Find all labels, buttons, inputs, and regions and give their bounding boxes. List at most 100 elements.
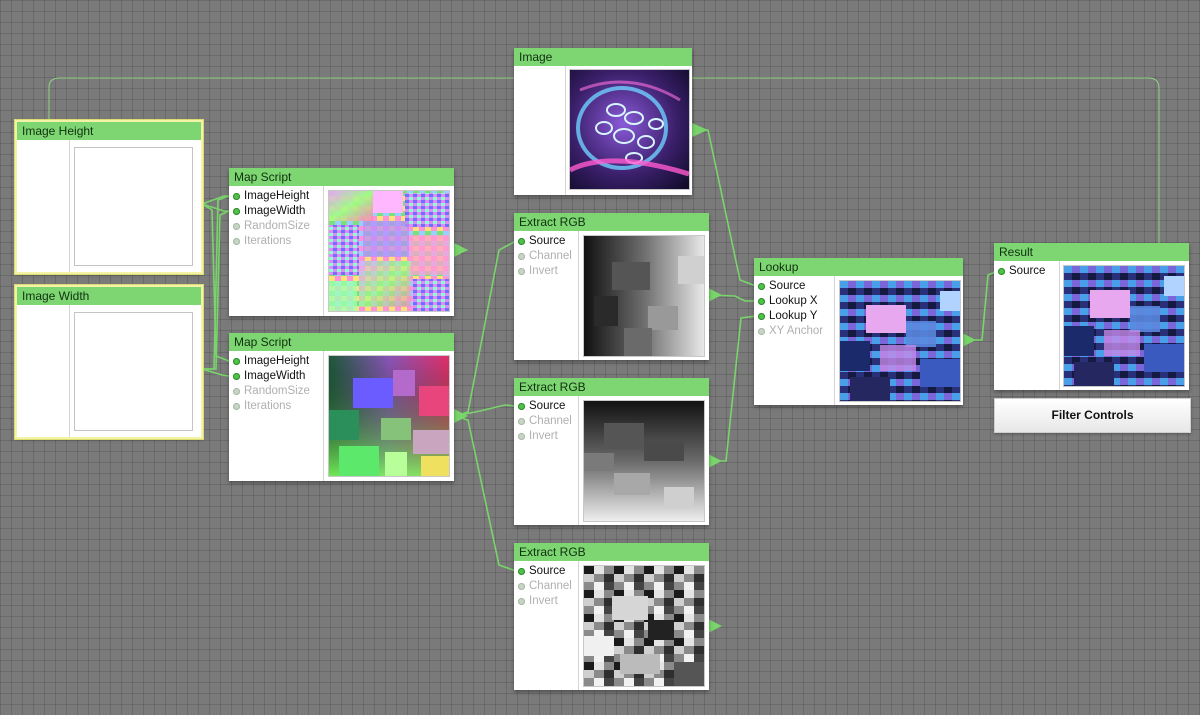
port-xy-anchor[interactable]: XY Anchor (754, 324, 834, 339)
port-dot-icon[interactable] (518, 433, 525, 440)
wire-ex1-to-lookupx (708, 294, 756, 302)
result-preview (1063, 265, 1185, 387)
port-label: ImageWidth (244, 205, 306, 217)
wire-height-to-map1b (201, 203, 229, 212)
image-preview (569, 69, 690, 190)
wire-width-to-map2 (201, 368, 230, 377)
port-dot-icon[interactable] (233, 223, 240, 230)
node-title: Extract RGB (514, 378, 709, 396)
wire-map2-to-ex2 (454, 404, 517, 417)
node-title: Map Script (229, 168, 454, 186)
port-dot-icon[interactable] (518, 268, 525, 275)
port-source[interactable]: Source (514, 234, 578, 249)
port-label: Lookup X (769, 295, 818, 307)
port-column: Source Lookup X Lookup Y XY Anchor (754, 276, 835, 405)
port-invert[interactable]: Invert (514, 594, 578, 609)
port-randomsize[interactable]: RandomSize (229, 384, 323, 399)
port-label: RandomSize (244, 385, 310, 397)
port-column (17, 140, 70, 272)
map-script-2-preview (328, 355, 450, 477)
port-dot-icon[interactable] (998, 268, 1005, 275)
port-column: Source Channel Invert (514, 396, 579, 525)
port-column: Source (994, 261, 1060, 390)
port-imagewidth[interactable]: ImageWidth (229, 204, 323, 219)
port-label: XY Anchor (769, 325, 824, 337)
port-channel[interactable]: Channel (514, 249, 578, 264)
node-title: Image (514, 48, 692, 66)
port-dot-icon[interactable] (233, 238, 240, 245)
port-invert[interactable]: Invert (514, 429, 578, 444)
port-label: Lookup Y (769, 310, 818, 322)
port-dot-icon[interactable] (518, 583, 525, 590)
port-dot-icon[interactable] (233, 403, 240, 410)
port-label: Invert (529, 430, 558, 442)
extract-rgb-node-1[interactable]: Extract RGB Source Channel Invert (514, 213, 709, 360)
port-dot-icon[interactable] (233, 358, 240, 365)
port-source[interactable]: Source (754, 279, 834, 294)
wire-width-to-map1b (202, 210, 230, 370)
extract-rgb-node-3[interactable]: Extract RGB Source Channel Invert (514, 543, 709, 690)
image-node[interactable]: Image (514, 48, 692, 195)
node-title: Map Script (229, 333, 454, 351)
extract-rgb-node-2[interactable]: Extract RGB Source Channel Invert (514, 378, 709, 525)
arrow-lookup (962, 333, 976, 347)
port-iterations[interactable]: Iterations (229, 399, 323, 414)
port-dot-icon[interactable] (758, 313, 765, 320)
port-label: Source (769, 280, 806, 292)
port-dot-icon[interactable] (233, 193, 240, 200)
port-dot-icon[interactable] (518, 418, 525, 425)
port-imageheight[interactable]: ImageHeight (229, 189, 323, 204)
port-dot-icon[interactable] (758, 328, 765, 335)
filter-controls-button[interactable]: Filter Controls (994, 398, 1191, 433)
node-body (17, 305, 201, 437)
port-label: ImageHeight (244, 355, 310, 367)
lookup-preview (839, 280, 961, 402)
port-iterations[interactable]: Iterations (229, 234, 323, 249)
arrow-image (692, 123, 708, 137)
map-script-node-1[interactable]: Map Script ImageHeight ImageWidth Random… (229, 168, 454, 316)
port-dot-icon[interactable] (233, 388, 240, 395)
port-lookup-x[interactable]: Lookup X (754, 294, 834, 309)
image-height-node[interactable]: Image Height (15, 120, 203, 274)
result-node[interactable]: Result Source (994, 243, 1189, 390)
node-body: ImageHeight ImageWidth RandomSize Iterat… (229, 186, 454, 316)
wire-ex2-to-lookupy (709, 315, 757, 462)
port-column (514, 66, 566, 195)
map-script-1-preview (328, 190, 450, 312)
port-source[interactable]: Source (514, 564, 578, 579)
port-channel[interactable]: Channel (514, 414, 578, 429)
port-column: ImageHeight ImageWidth RandomSize Iterat… (229, 351, 324, 481)
port-lookup-y[interactable]: Lookup Y (754, 309, 834, 324)
port-label: Channel (529, 580, 572, 592)
port-dot-icon[interactable] (518, 253, 525, 260)
port-invert[interactable]: Invert (514, 264, 578, 279)
port-randomsize[interactable]: RandomSize (229, 219, 323, 234)
extract-rgb-1-preview (583, 235, 705, 357)
port-dot-icon[interactable] (233, 373, 240, 380)
port-dot-icon[interactable] (518, 238, 525, 245)
port-imageheight[interactable]: ImageHeight (229, 354, 323, 369)
port-label: Source (529, 235, 566, 247)
port-label: ImageWidth (244, 370, 306, 382)
port-dot-icon[interactable] (233, 208, 240, 215)
node-title: Image Width (17, 287, 201, 305)
port-dot-icon[interactable] (518, 403, 525, 410)
arrow-ex2 (708, 454, 722, 468)
wire-map2-to-ex1 (454, 240, 517, 417)
port-dot-icon[interactable] (518, 568, 525, 575)
port-imagewidth[interactable]: ImageWidth (229, 369, 323, 384)
lookup-node[interactable]: Lookup Source Lookup X Lookup Y XY Ancho… (754, 258, 963, 405)
port-label: Channel (529, 250, 572, 262)
port-channel[interactable]: Channel (514, 579, 578, 594)
port-source[interactable]: Source (514, 399, 578, 414)
wire-map2-to-ex3 (454, 415, 517, 572)
image-width-preview (74, 312, 193, 431)
port-source[interactable]: Source (994, 264, 1059, 279)
port-column: Source Channel Invert (514, 561, 579, 690)
map-script-node-2[interactable]: Map Script ImageHeight ImageWidth Random… (229, 333, 454, 481)
port-label: ImageHeight (244, 190, 310, 202)
image-width-node[interactable]: Image Width (15, 285, 203, 439)
port-dot-icon[interactable] (758, 298, 765, 305)
port-dot-icon[interactable] (758, 283, 765, 290)
port-dot-icon[interactable] (518, 598, 525, 605)
